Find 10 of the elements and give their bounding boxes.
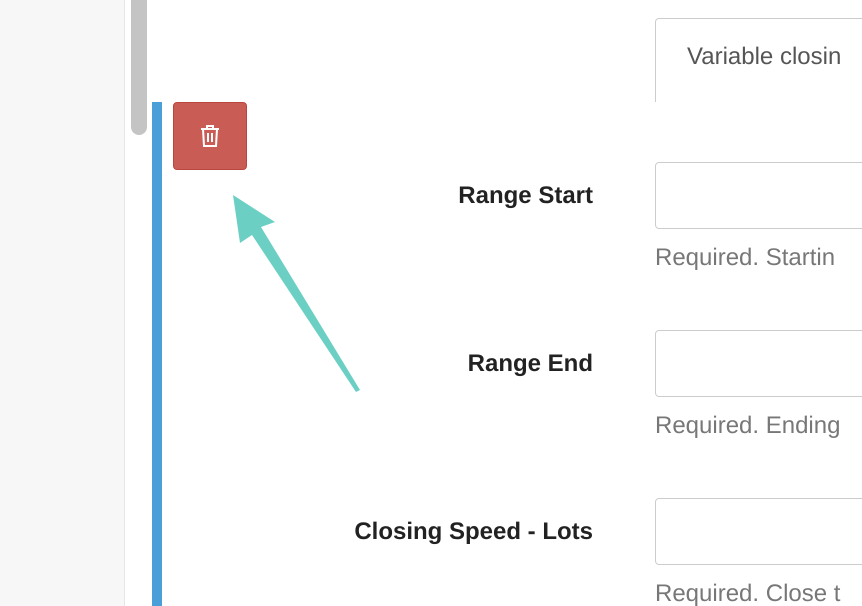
field-label: Closing Speed - Lots <box>353 516 593 546</box>
help-text: Required. Close t <box>655 579 842 606</box>
trash-icon <box>200 124 220 148</box>
delete-button[interactable] <box>173 102 247 170</box>
field-label: Range Start <box>457 180 593 210</box>
help-text: Required. Ending <box>655 411 842 441</box>
help-text: Required. Startin <box>655 243 836 273</box>
scrollbar-thumb[interactable] <box>131 0 147 135</box>
input-field[interactable]: Variable closin <box>655 18 862 102</box>
field-label: Range End <box>466 348 593 378</box>
